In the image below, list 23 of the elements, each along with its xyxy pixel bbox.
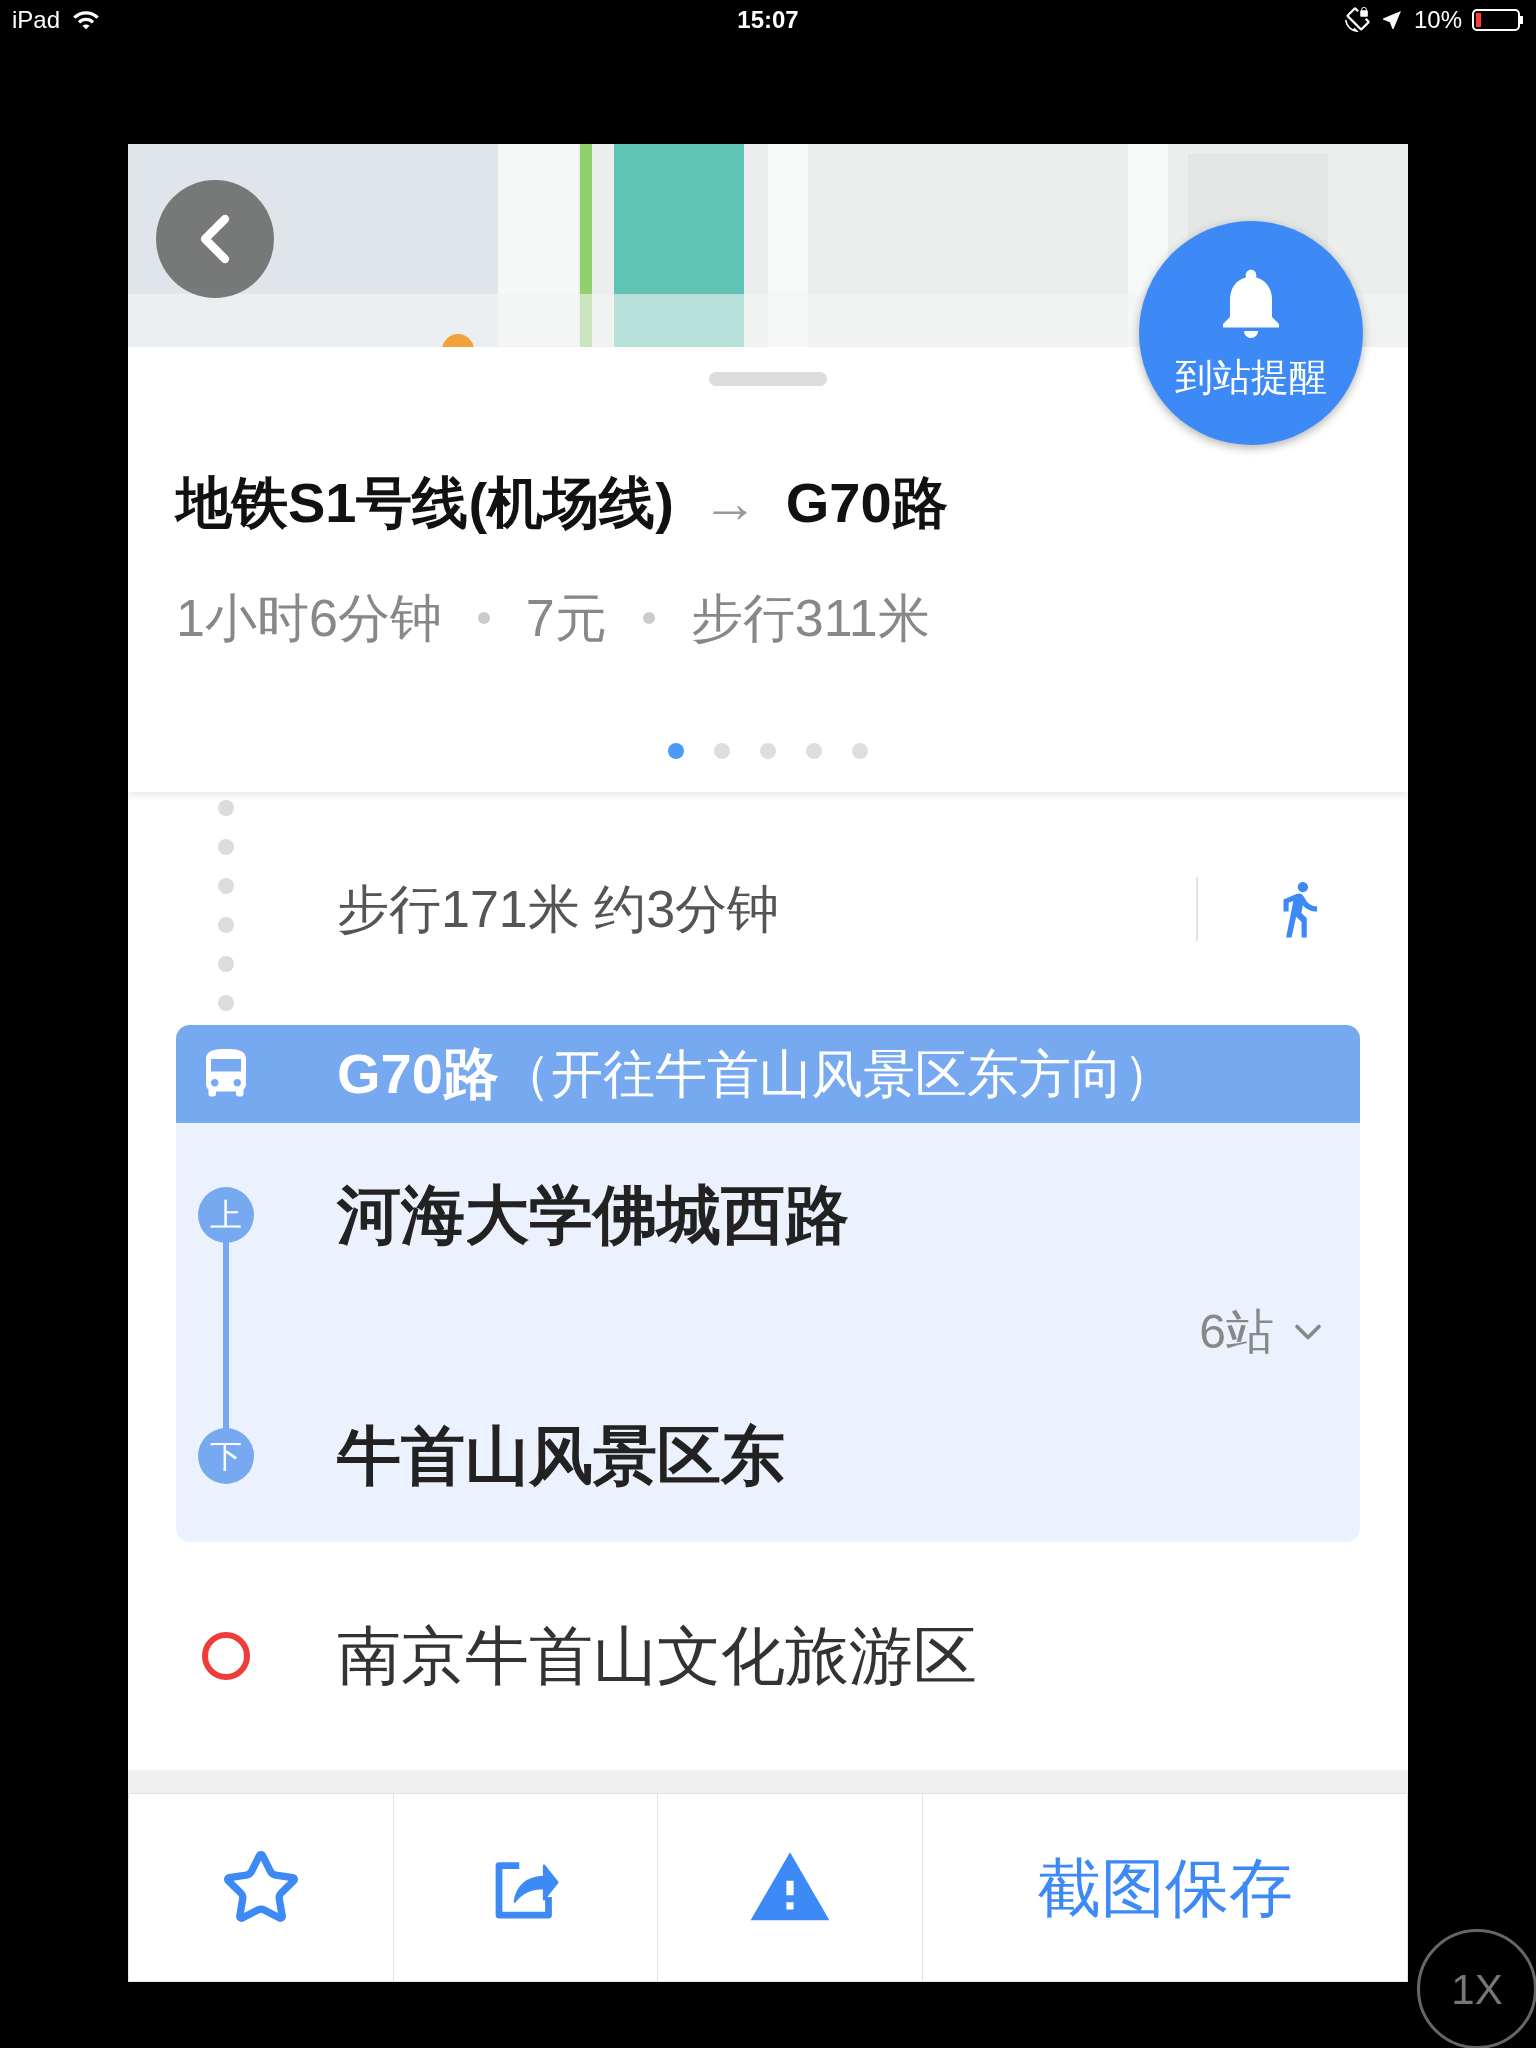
board-stop: 河海大学佛城西路 — [337, 1178, 849, 1253]
board-badge: 上 — [198, 1187, 254, 1243]
alight-badge: 下 — [198, 1428, 254, 1484]
clock: 15:07 — [737, 5, 799, 35]
bus-direction: （开往牛首山风景区东方向） — [498, 1044, 1175, 1105]
bus-line-name: G70路 — [337, 1041, 499, 1107]
drag-handle[interactable] — [709, 372, 827, 386]
battery-icon — [1472, 9, 1524, 31]
stop-count-toggle[interactable]: 6站 — [1199, 1296, 1330, 1368]
device-name: iPad — [12, 5, 61, 35]
zoom-level-button[interactable]: 1X — [1417, 1929, 1536, 2048]
route-origin-line: 地铁S1号线(机场线) — [176, 470, 674, 536]
trip-duration: 1小时6分钟 — [176, 588, 442, 649]
destination-ring-icon — [202, 1632, 250, 1680]
rotation-lock-icon — [1343, 7, 1370, 33]
walking-distance: 步行311米 — [690, 588, 930, 649]
alight-stop: 牛首山风景区东 — [337, 1419, 785, 1494]
walk-instruction: 步行171米 约3分钟 — [337, 878, 780, 940]
destination-name: 南京牛首山文化旅游区 — [337, 1619, 977, 1694]
arrow-glyph: → — [701, 470, 758, 536]
trip-fare: 7元 — [525, 588, 607, 649]
route-destination-line: G70路 — [785, 470, 948, 536]
battery-percent: 10% — [1413, 5, 1462, 35]
